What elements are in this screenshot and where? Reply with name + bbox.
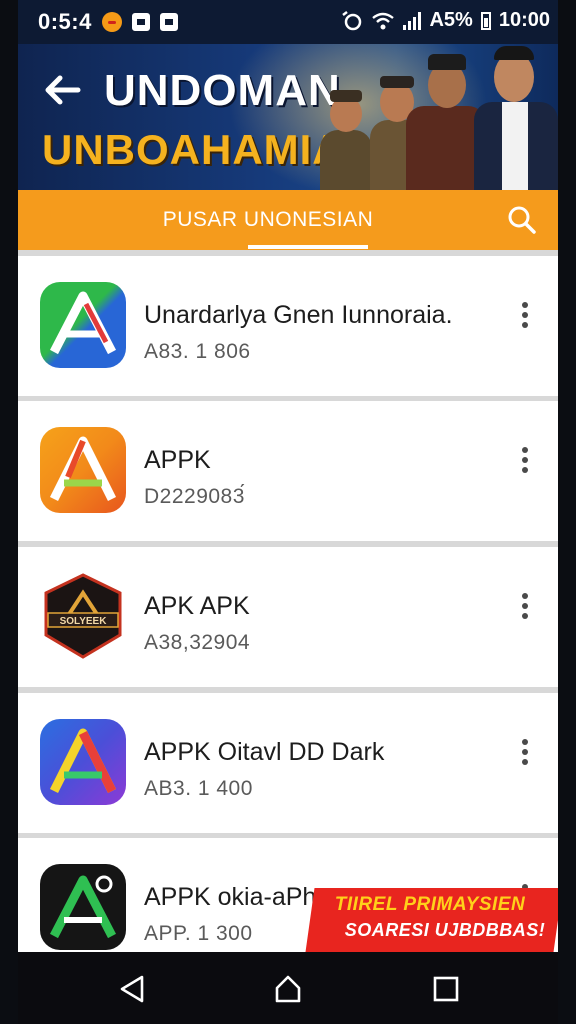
app-icon-black-green <box>40 864 126 950</box>
nav-back-icon[interactable] <box>118 974 148 1004</box>
more-options-icon[interactable] <box>520 739 530 769</box>
alarm-icon <box>342 10 362 30</box>
app-icon-orange <box>40 427 126 513</box>
promo-content: TIIREL PRIMAYSIEN SOARESI UJBDBBAS! <box>311 888 558 941</box>
app-meta: AB3. 1 400 <box>144 777 253 800</box>
person-figure <box>472 44 558 190</box>
status-left: 0:5:4 <box>38 9 178 35</box>
status-clock: 10:00 <box>498 9 550 31</box>
more-options-icon[interactable] <box>520 447 530 477</box>
app-name: Unardarlya Gnen Iunnoraia. <box>144 301 453 329</box>
list-item[interactable]: Unardarlya Gnen Iunnoraia. A83. 1 806 <box>18 256 558 396</box>
app-icon-dark-badge: SOLYEEK <box>40 573 126 659</box>
app-icon-blue-purple <box>40 719 126 805</box>
promo-banner[interactable]: TIIREL PRIMAYSIEN SOARESI UJBDBBAS! <box>305 888 558 952</box>
app-meta: A83. 1 806 <box>144 340 251 363</box>
app-meta: A38,32904 <box>144 631 251 654</box>
tab-indicator <box>248 245 368 249</box>
app-list: Unardarlya Gnen Iunnoraia. A83. 1 806 AP… <box>18 250 558 952</box>
battery-icon <box>480 11 491 30</box>
list-item[interactable]: APPK Oitavl DD Dark AB3. 1 400 <box>18 693 558 833</box>
app-meta: D2229083́ <box>144 485 245 508</box>
app-name: APK APK <box>144 592 250 620</box>
battery-percent: A5% <box>429 9 473 31</box>
back-arrow-icon[interactable] <box>42 72 82 108</box>
status-bar: 0:5:4 A5% 10:00 <box>18 0 558 44</box>
nav-recents-icon[interactable] <box>431 974 461 1004</box>
app-name: APPK оkia-aPh <box>144 883 317 911</box>
tab-bar: PUSAR UNONESIAN <box>18 190 558 250</box>
banner-title: UNDOMAN <box>104 66 341 115</box>
promo-line-1: TIIREL PRIMAYSIEN <box>334 894 526 915</box>
more-options-icon[interactable] <box>520 593 530 623</box>
app-name: APPK Oitavl DD Dark <box>144 738 385 766</box>
wifi-icon <box>372 12 395 29</box>
tab-label[interactable]: PUSAR UNONESIAN <box>18 208 518 232</box>
more-options-icon[interactable] <box>520 302 530 332</box>
list-item[interactable]: APPK D2229083́ <box>18 401 558 541</box>
status-time: 0:5:4 <box>38 9 92 34</box>
promo-line-2: SOARESI UJBDBBAS! <box>344 920 546 940</box>
badge-text: SOLYEEK <box>60 616 108 627</box>
app-icon-green-blue <box>40 282 126 368</box>
nav-home-icon[interactable] <box>273 974 303 1004</box>
app-meta: APP. 1 300 <box>144 922 253 945</box>
navigation-bar <box>18 952 558 1024</box>
signal-icon <box>403 11 422 30</box>
notification-app-icon <box>101 12 122 32</box>
notification-image-icon <box>159 13 178 31</box>
list-item[interactable]: SOLYEEK APK APK A38,32904 <box>18 547 558 687</box>
screen: 0:5:4 A5% 10:00 UNDOMAN UNBOAHAMIAII PUS… <box>18 0 558 1024</box>
search-icon[interactable] <box>506 204 538 236</box>
header-banner: UNDOMAN UNBOAHAMIAII <box>18 44 558 190</box>
status-right: A5% 10:00 <box>341 9 550 32</box>
notification-home-icon <box>131 13 150 31</box>
app-name: APPK <box>144 446 211 474</box>
phone-frame: 0:5:4 A5% 10:00 UNDOMAN UNBOAHAMIAII PUS… <box>0 0 576 1024</box>
